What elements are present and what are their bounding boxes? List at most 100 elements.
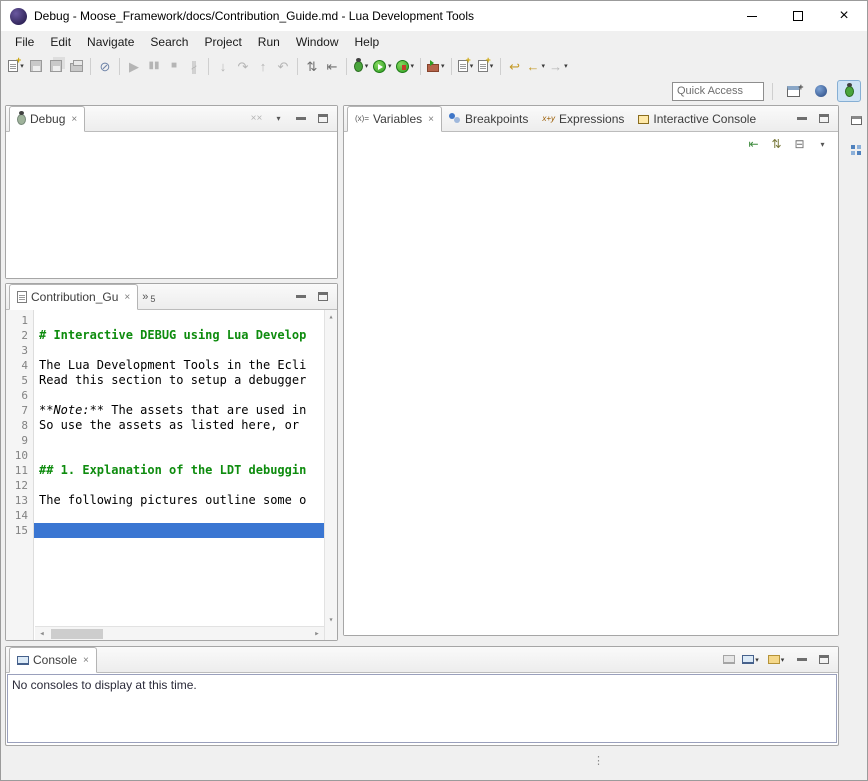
external-tools-button[interactable]: ▾ [425,55,447,77]
restore-view-button[interactable] [847,111,866,130]
menu-run[interactable]: Run [250,32,288,52]
scrollbar-thumb[interactable] [51,629,103,639]
editor-vertical-scrollbar[interactable]: ▴ ▾ [324,310,337,640]
close-tab-icon[interactable]: × [83,655,89,666]
editor-line[interactable] [34,313,324,328]
editor-line[interactable] [34,448,324,463]
editor-line[interactable] [34,433,324,448]
view-menu-button[interactable]: ▾ [813,135,832,154]
edit-step-filters-button[interactable]: ⇤ [322,55,342,77]
coverage-button[interactable]: ▾ [394,55,417,77]
run-button[interactable]: ▾ [371,55,394,77]
suspend-button[interactable]: ▮▮ [144,55,164,77]
editor-line[interactable]: **Note:** The assets that are used in [34,403,324,418]
add-watch-expression-button[interactable]: ⇅ [767,135,786,154]
open-perspective-button[interactable] [781,80,805,102]
new-wizard-icon [8,60,18,72]
display-selected-console-button[interactable]: ▾ [741,650,760,669]
view-menu-button[interactable]: ▾ [269,109,288,128]
menu-search[interactable]: Search [142,32,196,52]
disconnect-button[interactable]: ∦ [184,55,204,77]
editor-line[interactable]: # Interactive DEBUG using Lua Develop [34,328,324,343]
show-logical-structure-button[interactable]: ⇤ [744,135,763,154]
last-edit-location-button[interactable]: ↩ [505,55,525,77]
maximize-view-button[interactable] [313,287,332,306]
editor-line[interactable]: The Lua Development Tools in the Ecli [34,358,324,373]
scroll-down-icon[interactable]: ▾ [329,615,334,624]
save-all-button[interactable] [46,55,66,77]
new-lua-project-button[interactable]: ▾ [456,55,476,77]
resume-button[interactable]: ▶ [124,55,144,77]
drop-to-frame-button[interactable]: ↶ [273,55,293,77]
scroll-left-icon[interactable]: ◂ [37,629,47,639]
editor-lines[interactable]: # Interactive DEBUG using Lua Develop Th… [34,310,324,640]
minimize-view-button[interactable] [792,109,811,128]
debug-perspective-button[interactable] [837,80,861,102]
step-return-button[interactable]: ↑ [253,55,273,77]
close-tab-icon[interactable]: × [124,292,130,303]
step-over-button[interactable]: ↷ [233,55,253,77]
close-button[interactable]: × [821,1,867,31]
remove-terminated-button[interactable]: ×× [247,109,266,128]
minimize-view-button[interactable] [792,650,811,669]
tab-interactive-console[interactable]: Interactive Console [631,107,763,131]
editor-overflow-chevron[interactable]: »5 [138,285,159,309]
quick-access-input[interactable]: Quick Access [672,82,764,101]
new-wizard-button[interactable]: ▾ [6,55,26,77]
editor-horizontal-scrollbar[interactable]: ◂ ▸ [35,626,324,640]
tab-breakpoints[interactable]: Breakpoints [442,107,535,131]
close-tab-icon[interactable]: × [71,114,77,125]
skip-breakpoints-button[interactable]: ⊘ [95,55,115,77]
tab-variables[interactable]: (x)= Variables × [347,106,442,132]
editor-line[interactable] [34,508,324,523]
ldt-perspective-button[interactable] [809,80,833,102]
save-button[interactable] [26,55,46,77]
remove-terminated-icon: ×× [251,114,263,124]
scroll-up-icon[interactable]: ▴ [329,312,334,321]
menu-bar: File Edit Navigate Search Project Run Wi… [1,31,867,53]
close-tab-icon[interactable]: × [428,114,434,125]
tab-expressions[interactable]: x+y Expressions [535,107,631,131]
variables-view-toolbar: ⇤ ⇅ ⊟ ▾ [344,132,838,156]
editor-line[interactable] [34,343,324,358]
terminate-button[interactable]: ■ [164,55,184,77]
line-number: 6 [6,388,33,403]
forward-button[interactable]: →▾ [547,55,570,77]
menu-file[interactable]: File [7,32,42,52]
minimize-button[interactable] [729,1,775,31]
menu-project[interactable]: Project [196,32,249,52]
editor-line[interactable] [34,523,324,538]
editor-line[interactable]: Read this section to setup a debugger [34,373,324,388]
pin-console-button[interactable] [719,650,738,669]
use-step-filters-button[interactable]: ⇅ [302,55,322,77]
editor-line[interactable]: So use the assets as listed here, or [34,418,324,433]
debug-button[interactable]: ▾ [351,55,371,77]
menu-edit[interactable]: Edit [42,32,79,52]
maximize-view-button[interactable] [313,109,332,128]
minimize-view-button[interactable] [291,109,310,128]
outline-view-button[interactable] [847,140,866,159]
editor-line[interactable] [34,478,324,493]
collapse-all-button[interactable]: ⊟ [790,135,809,154]
menu-navigate[interactable]: Navigate [79,32,142,52]
status-sash-handle[interactable]: ⋮ [593,754,604,767]
new-lua-file-button[interactable]: ▾ [476,55,496,77]
tab-console[interactable]: Console × [9,647,97,673]
maximize-view-button[interactable] [814,650,833,669]
maximize-button[interactable] [775,1,821,31]
scroll-right-icon[interactable]: ▸ [312,629,322,639]
editor-line[interactable] [34,388,324,403]
minimize-view-button[interactable] [291,287,310,306]
editor-line[interactable]: ## 1. Explanation of the LDT debuggin [34,463,324,478]
step-into-button[interactable]: ↓ [213,55,233,77]
editor-line[interactable]: The following pictures outline some o [34,493,324,508]
line-number: 7 [6,403,33,418]
menu-help[interactable]: Help [347,32,388,52]
back-button[interactable]: ←▾ [525,55,548,77]
tab-contribution-guide[interactable]: Contribution_Gu × [9,284,138,310]
tab-debug[interactable]: Debug × [9,106,85,132]
print-button[interactable] [66,55,86,77]
maximize-view-button[interactable] [814,109,833,128]
menu-window[interactable]: Window [288,32,347,52]
open-console-button[interactable]: ▾ [763,650,789,669]
